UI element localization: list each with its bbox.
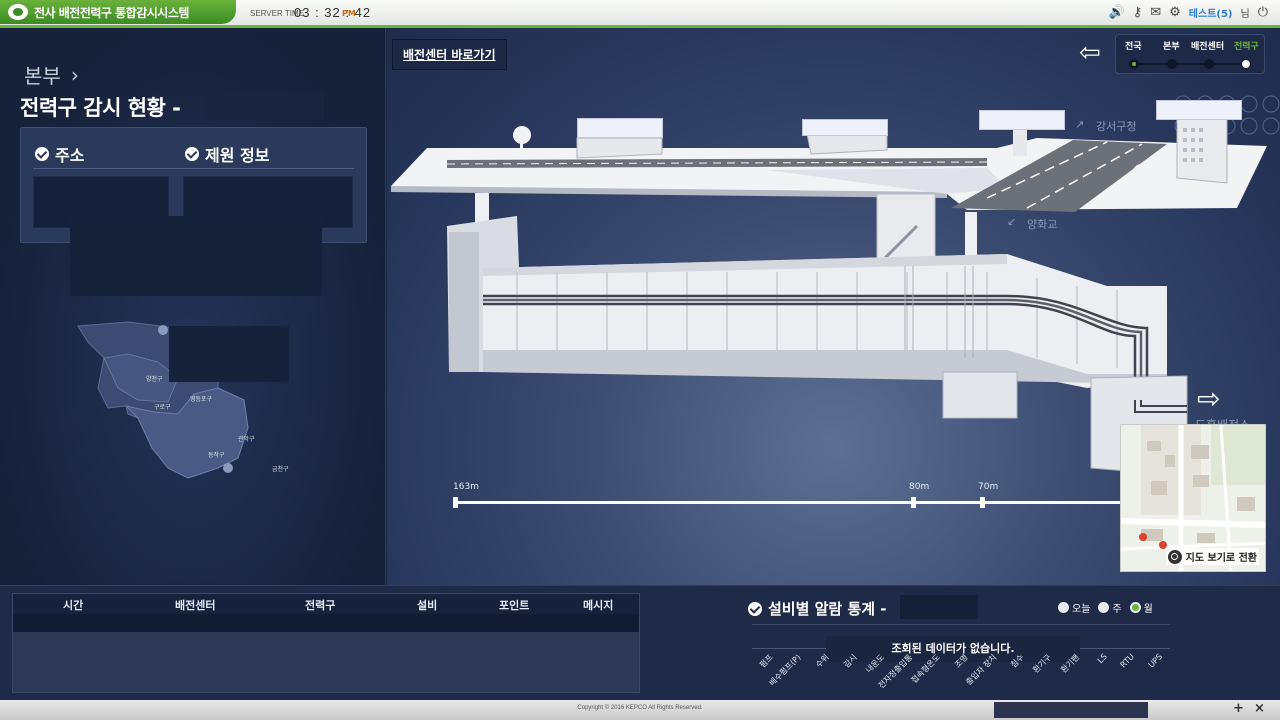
period-label: 오늘 [1072,604,1091,615]
distance-label: 80m [909,482,930,492]
distance-tick [911,497,916,508]
plus-icon[interactable]: + [1233,701,1244,716]
column-point[interactable]: 포인트 [499,597,529,613]
breadcrumb[interactable]: 본부 › [24,60,79,89]
map-label: 동작구 [208,452,225,459]
radio-icon [1058,602,1069,613]
kepco-logo-icon [8,4,28,20]
radio-icon [1098,602,1110,613]
speaker-icon[interactable]: 🔊 [1109,5,1125,20]
map-toggle-button[interactable]: 지도 보기로 전환 [1165,548,1259,565]
map-toggle-label: 지도 보기로 전환 [1185,553,1257,564]
column-message[interactable]: 메시지 [583,597,613,613]
footer: Copyright © 2016 KEPCO All Rights Reserv… [0,700,1280,720]
column-center[interactable]: 배전센터 [175,597,215,613]
check-circle-icon [748,601,762,616]
redacted-block [206,92,324,120]
app-title: 전사 배전전력구 통합감시시스템 [34,5,189,20]
app-logo[interactable]: 전사 배전전력구 통합감시시스템 [0,0,236,24]
period-today[interactable]: 오늘 [1058,600,1090,615]
radio-selected-icon [1129,602,1141,613]
distance-label: 70m [978,482,999,492]
x-axis-label: 펌프 [758,652,776,670]
redacted-block [169,326,289,382]
equipment-heading: 제원 정보 [185,142,269,166]
map-label: 관악구 [238,436,255,443]
divider [752,624,1170,625]
map-label: 구로구 [154,404,171,411]
mail-icon[interactable]: ✉ [1150,5,1161,20]
footer-status-box [994,702,1148,718]
alarm-table: 시간 배전센터 전력구 설비 포인트 메시지 [12,593,640,693]
magnifier-icon [1167,549,1182,564]
address-heading: 주소 [35,142,84,166]
alarm-table-header: 시간 배전센터 전력구 설비 포인트 메시지 [13,594,639,614]
gear-icon[interactable]: ⚙ [1169,5,1181,20]
direction-up-icon: ↗ [1075,118,1085,131]
power-icon[interactable]: ⏻ [1258,5,1268,20]
tunnel-view: 배전센터 바로가기 ⇦ 전국 본부 배전센터 전력구 ↗ 강서구청 ↙ 양화교 … [387,28,1280,585]
bottom-area: 시간 배전센터 전력구 설비 포인트 메시지 설비별 알람 통계 - 오늘 주 … [0,585,1280,700]
left-panel: 본부 › 전력구 감시 현황 - 주소 제원 정보 양천구 구로구 영등포구 관… [0,28,386,585]
distance-tick [980,497,985,508]
check-circle-icon [35,147,49,161]
equipment-label: 제원 정보 [205,146,270,165]
direction-down-label: 양화교 [1027,218,1058,231]
next-arrow-icon[interactable]: ⇨ [1197,382,1220,415]
redacted-label [802,119,888,136]
distance-tick [453,497,458,508]
direction-up-label: 강서구청 [1096,120,1137,133]
redacted-label [577,118,663,138]
top-bar: 전사 배전전력구 통합감시시스템 SERVER TIME 03 : 32 : 4… [0,0,1280,28]
address-label: 주소 [55,146,85,165]
server-ampm: PM [342,9,356,18]
redacted-label [1156,100,1242,120]
column-time[interactable]: 시간 [63,597,83,613]
chevron-right-icon: › [70,62,79,87]
distance-label: 163m [453,482,479,492]
user-suffix: 님 [1240,9,1250,20]
page-title: 전력구 감시 현황 - [20,96,181,120]
redacted-block [70,216,322,296]
redacted-label [979,110,1065,130]
period-week[interactable]: 주 [1098,600,1122,615]
mini-map[interactable]: 지도 보기로 전환 [1120,424,1266,572]
x-axis-label: LS [1095,652,1109,666]
x-axis-label: UPS [1146,652,1165,670]
column-equipment[interactable]: 설비 [417,597,437,613]
map-label: 영등포구 [190,396,213,403]
x-axis-label: RTU [1119,652,1137,670]
period-label: 월 [1143,604,1153,615]
table-row[interactable] [13,614,639,632]
divider [33,168,354,169]
stats-heading: 설비별 알람 통계 - [748,598,887,619]
server-time: 03 : 32 : 42 [294,5,372,20]
breadcrumb-label: 본부 [24,64,61,88]
user-name[interactable]: 테스트(5) [1189,5,1233,20]
top-icons: 🔊 ⚷ ✉ ⚙ 테스트(5) 님 ⏻ [1109,5,1268,20]
column-tunnel[interactable]: 전력구 [305,597,335,613]
distance-bar [453,501,1123,504]
close-icon[interactable]: × [1254,701,1265,716]
key-icon[interactable]: ⚷ [1133,5,1143,20]
period-month[interactable]: 월 [1129,600,1153,615]
redacted-block [900,595,978,619]
check-circle-icon [185,147,199,161]
stats-title: 설비별 알람 통계 - [768,600,887,618]
direction-down-icon: ↙ [1007,215,1017,228]
map-label: 금천구 [272,466,289,473]
period-label: 주 [1112,604,1122,615]
period-selector: 오늘 주 월 [1058,600,1153,615]
map-label: 양천구 [146,376,163,383]
